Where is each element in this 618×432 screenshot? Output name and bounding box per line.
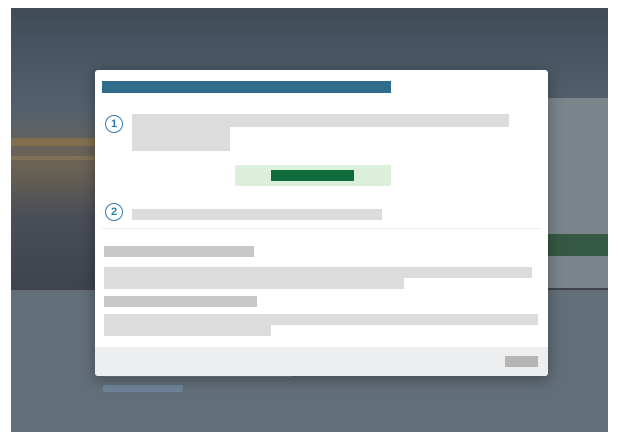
step-2-text [132,209,382,220]
browser-viewport: 1 2 [11,8,608,432]
section-paragraph-line [104,314,538,325]
modal-dialog: 1 2 [95,70,548,376]
primary-action-button[interactable] [271,170,354,181]
primary-button-container [235,165,391,186]
section-divider [102,228,541,229]
step-number-1: 1 [105,115,123,133]
section-heading [104,246,254,257]
modal-footer [95,347,548,376]
section-paragraph-line [104,278,404,289]
step-number-2: 2 [105,203,123,221]
step-1-text [132,114,509,127]
section-paragraph-line [104,325,271,336]
step-1-text-continued [132,127,230,151]
section-paragraph-line [104,267,532,278]
modal-title [102,81,391,93]
close-button[interactable] [505,356,538,367]
section-subheading [104,296,257,307]
